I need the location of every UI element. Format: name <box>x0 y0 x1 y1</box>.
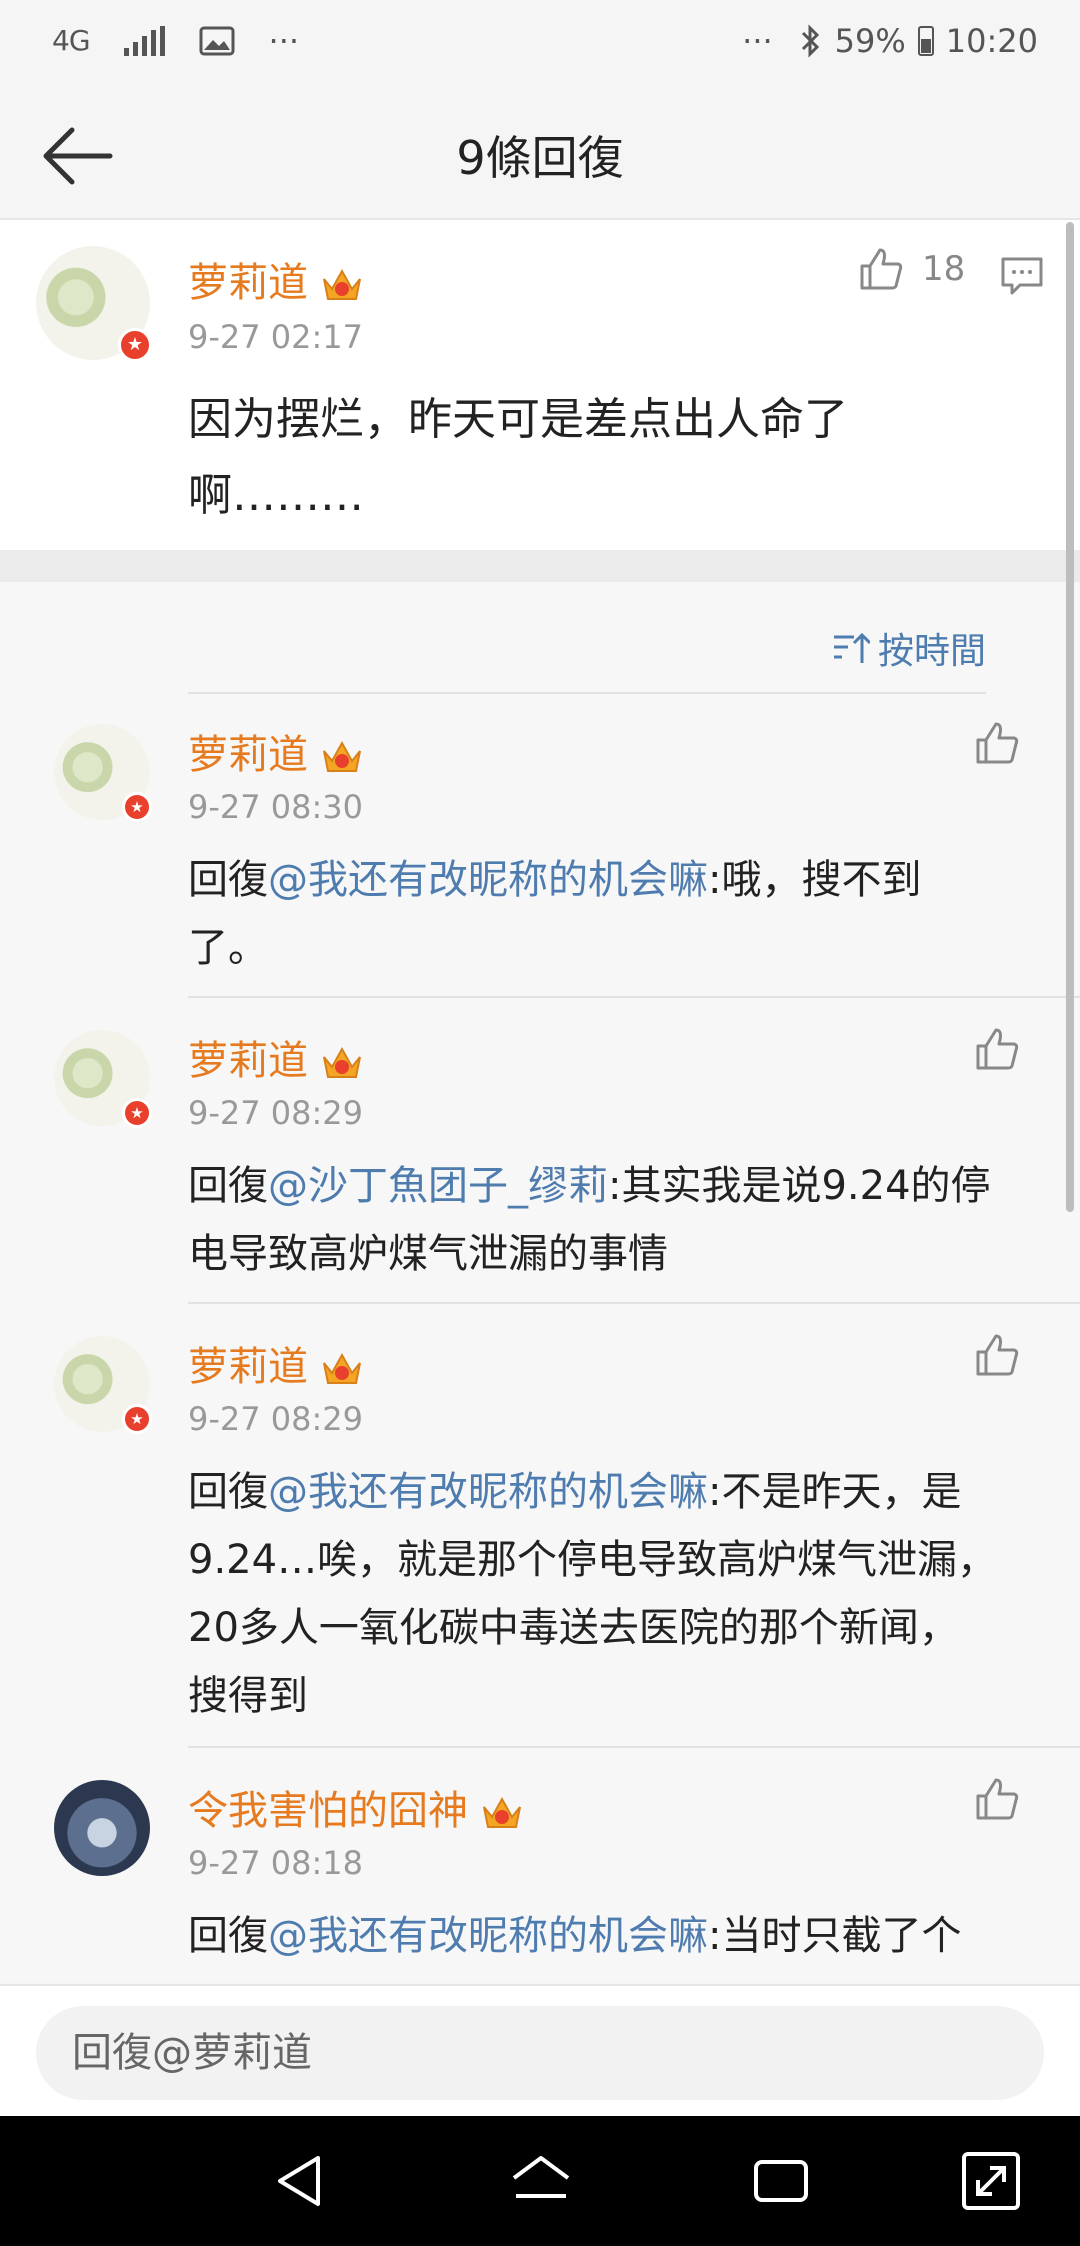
verified-badge-icon: ★ <box>122 1404 152 1434</box>
comment-icon[interactable] <box>1000 256 1044 296</box>
battery-percent: 59% <box>834 22 906 60</box>
reply-input[interactable] <box>36 2006 1044 2100</box>
reply-item: 令我害怕的囧神 9-27 08:18 回復@我还有改昵称的机会嘛:当时只截了个 <box>0 1748 1080 1982</box>
vip-crown-icon <box>483 1796 521 1828</box>
mention-link[interactable]: @我还有改昵称的机会嘛 <box>268 1469 708 1515</box>
avatar[interactable]: ★ <box>36 246 152 362</box>
reply-time: 9-27 08:30 <box>188 788 364 826</box>
scrollbar[interactable] <box>1066 222 1074 1212</box>
vip-crown-icon <box>323 268 361 300</box>
mention-link[interactable]: @沙丁魚团子_缪莉 <box>268 1163 608 1209</box>
reply-text: 回復@我还有改昵称的机会嘛:哦，搜不到 了。 <box>188 857 922 971</box>
reply-time: 9-27 08:29 <box>188 1094 364 1132</box>
reply-item: ★ 萝莉道 9-27 08:29 回復@我还有改昵称的机会嘛:不是昨天，是 9.… <box>0 1304 1080 1748</box>
clock: 10:20 <box>945 22 1038 60</box>
comment-text: 因为摆烂，昨天可是差点出人命了 啊……… <box>188 394 848 521</box>
vip-crown-icon <box>323 740 361 772</box>
thumbs-up-icon[interactable] <box>974 1026 1020 1072</box>
thumbs-up-icon[interactable] <box>974 720 1020 766</box>
expand-icon[interactable] <box>958 2148 1024 2214</box>
vip-crown-icon <box>323 1046 361 1078</box>
verified-badge-icon: ★ <box>122 1098 152 1128</box>
like-button[interactable]: 18 <box>858 246 965 292</box>
vip-crown-icon <box>323 1352 361 1384</box>
more-notifications-icon: ··· <box>268 22 300 60</box>
avatar[interactable] <box>54 1780 150 1876</box>
reply-item: ★ 萝莉道 9-27 08:30 回復@我还有改昵称的机会嘛:哦，搜不到 了。 <box>0 692 1080 998</box>
reply-time: 9-27 08:18 <box>188 1844 364 1882</box>
replies-list: 按時間 ★ 萝莉道 9-27 08:30 回復@我还有改昵称的机会嘛:哦，搜不到… <box>0 582 1080 1982</box>
username[interactable]: 萝莉道 <box>188 250 364 308</box>
sort-icon <box>833 632 870 663</box>
network-type: 4G <box>52 24 91 57</box>
mention-link[interactable]: @我还有改昵称的机会嘛 <box>268 857 708 903</box>
thumbs-up-icon[interactable] <box>974 1332 1020 1378</box>
page-title: 9條回復 <box>456 131 624 185</box>
home-icon[interactable] <box>508 2148 574 2214</box>
bluetooth-icon <box>801 24 819 58</box>
original-comment: ★ 萝莉道 9-27 02:17 因为摆烂，昨天可是差点出人命了 啊……… 18 <box>0 220 1080 550</box>
reply-username[interactable]: 萝莉道 <box>188 1334 364 1392</box>
status-bar: 4G ··· ··· 59% 10:20 <box>0 0 1080 88</box>
image-icon <box>199 26 235 56</box>
reply-time: 9-27 08:29 <box>188 1400 364 1438</box>
battery-icon <box>917 26 934 56</box>
thumbs-up-icon <box>860 248 903 290</box>
avatar[interactable]: ★ <box>54 724 152 822</box>
sort-label: 按時間 <box>877 631 986 672</box>
avatar[interactable]: ★ <box>54 1336 152 1434</box>
reply-text: 回復@沙丁魚团子_缪莉:其实我是说9.24的停 电导致高炉煤气泄漏的事情 <box>188 1163 991 1277</box>
sort-by-time-button[interactable]: 按時間 <box>832 622 986 674</box>
verified-badge-icon: ★ <box>122 792 152 822</box>
status-more-icon: ··· <box>742 22 773 60</box>
reply-input-bar <box>0 1984 1080 2118</box>
top-nav-bar: 9條回復 <box>0 88 1080 220</box>
thumbs-up-icon[interactable] <box>974 1776 1020 1822</box>
reply-username[interactable]: 萝莉道 <box>188 722 364 780</box>
like-count: 18 <box>922 249 966 289</box>
back-triangle-icon[interactable] <box>268 2148 334 2214</box>
reply-text: 回復@我还有改昵称的机会嘛:不是昨天，是 9.24…唉，就是那个停电导致高炉煤气… <box>188 1469 998 1719</box>
signal-icon <box>123 26 165 56</box>
reply-screen: 4G ··· ··· 59% 10:20 9條回復 ★ 萝莉道 9-27 02:… <box>0 0 1080 2246</box>
mention-link[interactable]: @我还有改昵称的机会嘛 <box>268 1913 708 1959</box>
post-time: 9-27 02:17 <box>188 318 364 356</box>
system-nav-bar <box>0 2116 1080 2246</box>
recent-apps-icon[interactable] <box>748 2148 814 2214</box>
avatar[interactable]: ★ <box>54 1030 152 1128</box>
reply-username[interactable]: 令我害怕的囧神 <box>188 1778 524 1836</box>
reply-item: ★ 萝莉道 9-27 08:29 回復@沙丁魚团子_缪莉:其实我是说9.24的停… <box>0 998 1080 1304</box>
verified-badge-icon: ★ <box>118 328 152 362</box>
reply-username[interactable]: 萝莉道 <box>188 1028 364 1086</box>
section-divider <box>0 550 1080 582</box>
reply-text: 回復@我还有改昵称的机会嘛:当时只截了个 <box>188 1913 962 1959</box>
